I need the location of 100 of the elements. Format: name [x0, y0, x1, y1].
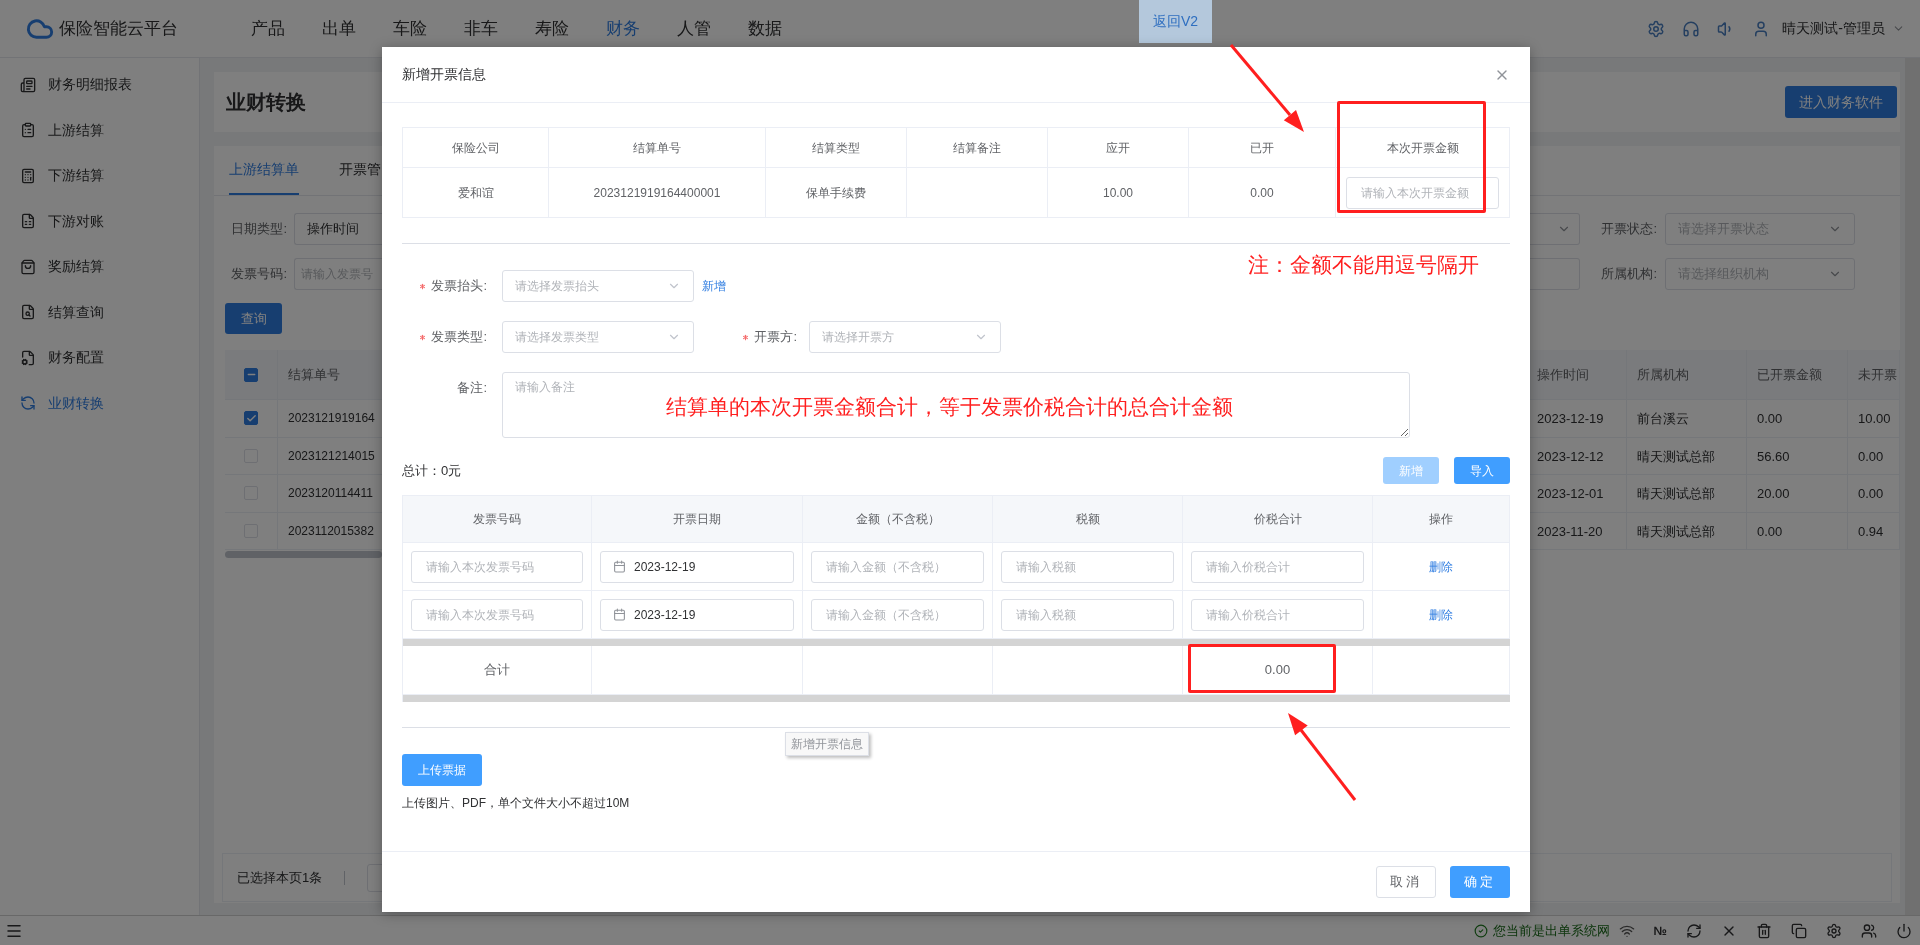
confirm-button[interactable]: 确定 [1450, 866, 1510, 898]
amount-field[interactable]: 请输入金额（不含税） [811, 550, 984, 583]
sidebar-item[interactable]: 结算查询 [0, 289, 199, 335]
invoice-amount-field[interactable]: 请输入本次开票金额 [1346, 176, 1499, 209]
sidebar-item[interactable]: 奖励结算 [0, 244, 199, 290]
query-button[interactable]: 查询 [225, 303, 282, 334]
menu-item-icon [20, 349, 36, 366]
column-header: 结算单号 [287, 366, 341, 384]
column-header: 所属机构 [1627, 350, 1747, 400]
nav-menu-item[interactable]: 非车 [464, 15, 498, 42]
filter-label: 日期类型: [230, 220, 288, 238]
column-header: 开票日期 [592, 496, 803, 543]
nav-menu-item[interactable]: 财务 [606, 15, 640, 42]
column-header: 已开 [1189, 128, 1336, 168]
add-link[interactable]: 新增 [702, 277, 726, 295]
sidebar-item[interactable]: 财务明细报表 [0, 62, 199, 108]
tab[interactable]: 开票管 [339, 146, 381, 195]
copy-icon[interactable] [1791, 922, 1807, 939]
selection-count: 已选择本页1条 [237, 868, 323, 887]
nav-menu-item[interactable]: 人管 [677, 15, 711, 42]
refresh-icon[interactable] [1686, 922, 1702, 939]
table-cell: 晴天测试总部 [1627, 475, 1747, 512]
invoice-number-field[interactable]: 请输入本次发票号码 [411, 598, 583, 631]
table-cell: 10.00 [1848, 400, 1900, 437]
checkbox[interactable] [244, 367, 258, 382]
dialog-title: 新增开票信息 [402, 65, 486, 84]
annotation-note: 结算单的本次开票金额合计，等于发票价税合计的总合计金额 [666, 394, 1233, 420]
column-header: 结算类型 [766, 128, 907, 168]
power-icon[interactable] [1896, 922, 1912, 939]
settings-icon[interactable] [1826, 922, 1842, 939]
table-cell: 56.60 [1747, 437, 1848, 475]
total-amount: 总计：0元 [402, 461, 462, 480]
calendar-icon [613, 560, 626, 573]
sidebar-item[interactable]: 下游对账 [0, 198, 199, 244]
sidebar-item[interactable]: 业财转换 [0, 380, 199, 426]
menu-item-icon [20, 258, 36, 275]
sidebar-item[interactable]: 下游结算 [0, 153, 199, 199]
filter-label: 发票号码: [230, 265, 288, 283]
number-sign-button[interactable]: № [1653, 921, 1667, 940]
back-link[interactable]: 返回V2 [1139, 0, 1212, 43]
tax-field[interactable]: 请输入税额 [1001, 550, 1174, 583]
nav-menu-item[interactable]: 寿险 [535, 15, 569, 42]
table-cell: 前台溪云 [1627, 400, 1747, 437]
column-header: 保险公司 [403, 128, 549, 168]
total-field[interactable]: 请输入价税合计 [1191, 550, 1364, 583]
amount-field[interactable]: 请输入金额（不含税） [811, 598, 984, 631]
tax-field[interactable]: 请输入税额 [1001, 598, 1174, 631]
column-header: 已开票金额 [1747, 350, 1848, 400]
date-field[interactable]: 2023-12-19 [600, 550, 794, 583]
table-cell-text: 2023121214015 [287, 447, 376, 465]
upload-button[interactable]: 上传票据 [402, 754, 482, 786]
upload-hint: 上传图片、PDF，单个文件大小不超过10M [402, 795, 631, 812]
sidebar-item[interactable]: 上游结算 [0, 107, 199, 153]
headset-icon[interactable] [1682, 19, 1701, 38]
menu-item-icon [20, 167, 36, 184]
date-field[interactable]: 2023-12-19 [600, 598, 794, 631]
settings-icon[interactable] [1647, 19, 1666, 38]
delete-link[interactable]: 删除 [1429, 605, 1453, 624]
network-status: 您当前是出单系统网 [1492, 921, 1610, 940]
nav-menu-item[interactable]: 数据 [748, 15, 782, 42]
table-cell: 爱和谊 [403, 168, 549, 218]
menu-item-icon [20, 122, 36, 139]
table-cell: 0.00 [1747, 400, 1848, 437]
menu-item-icon [20, 395, 36, 412]
open-finance-software-button[interactable]: 进入财务软件 [1785, 86, 1897, 118]
field-label: 备注: [457, 379, 487, 398]
checkbox[interactable] [244, 411, 258, 426]
user-name[interactable]: 晴天测试-管理员 [1782, 18, 1885, 39]
table-cell: 0.00 [1747, 512, 1848, 550]
menu-item-icon [20, 304, 36, 321]
check-icon [245, 412, 257, 424]
field-label: 开票方: [754, 328, 797, 347]
trash-icon[interactable] [1756, 922, 1772, 939]
invoice-number-field[interactable]: 请输入本次发票号码 [411, 550, 583, 583]
column-header: 未开票 [1848, 350, 1900, 400]
sidebar-item[interactable]: 财务配置 [0, 335, 199, 381]
nav-menu-item[interactable]: 产品 [251, 15, 285, 42]
table-cell-text: 2023121919164 [287, 410, 376, 427]
import-button[interactable]: 导入 [1454, 457, 1510, 484]
users-icon[interactable] [1861, 922, 1877, 939]
cancel-button[interactable]: 取消 [1376, 866, 1436, 898]
table-cell-text: 2023120114411 [287, 485, 374, 502]
total-field[interactable]: 请输入价税合计 [1191, 598, 1364, 631]
column-header: 税额 [993, 496, 1183, 543]
table-cell: 晴天测试总部 [1627, 437, 1747, 475]
delete-link[interactable]: 删除 [1429, 557, 1453, 576]
column-header: 发票号码 [403, 496, 592, 543]
column-header: 结算备注 [907, 128, 1048, 168]
calendar-icon [613, 608, 626, 621]
nav-menu-item[interactable]: 出单 [322, 15, 356, 42]
table-cell: 10.00 [1048, 168, 1189, 218]
column-header: 结算单号 [549, 128, 766, 168]
nav-menu-item[interactable]: 车险 [393, 15, 427, 42]
table-cell: 晴天测试总部 [1627, 512, 1747, 550]
check-circle-icon [1473, 923, 1488, 938]
table-cell: 0.00 [1848, 437, 1900, 475]
page-title: 业财转换 [226, 90, 306, 115]
field-label: 发票类型: [431, 328, 487, 347]
tab[interactable]: 上游结算单 [229, 146, 299, 195]
app-name: 保险智能云平台 [59, 17, 178, 40]
